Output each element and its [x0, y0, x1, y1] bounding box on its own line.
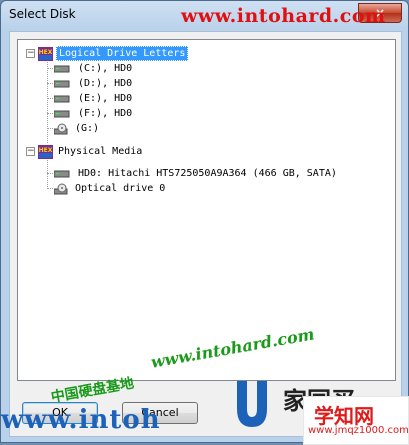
tree-item-drive-f[interactable]: (F:), HD0	[53, 106, 134, 121]
tree-node-logical-drives[interactable]: − HEX Logical Drive Letters	[26, 46, 189, 61]
window-title: Select Disk	[9, 7, 76, 21]
tree-connector	[47, 83, 53, 84]
tree-node-label: Logical Drive Letters	[56, 46, 189, 61]
tree-connector	[47, 98, 53, 99]
tree-connector	[47, 128, 53, 129]
collapse-toggle-logical[interactable]: −	[26, 49, 35, 58]
tree-item-hd0[interactable]: HD0: Hitachi HTS725050A9A364 (466 GB, SA…	[53, 166, 339, 181]
tree-item-label: (G:)	[75, 123, 100, 134]
watermark-top-text: www.intohard.com	[181, 5, 386, 27]
tree-item-label: (E:), HD0	[78, 93, 133, 104]
site-badge: 学知网 www.jmqz1000.com	[303, 396, 409, 445]
tree-node-label: Physical Media	[58, 146, 143, 157]
optical-drive-icon	[53, 123, 68, 135]
badge-url-text: www.jmqz1000.com	[308, 425, 409, 436]
tree-item-optical-drive-0[interactable]: Optical drive 0	[53, 181, 167, 196]
tree-connector	[47, 188, 53, 189]
dialog-client-area: − HEX Logical Drive Letters (C:), HD0 (D…	[9, 31, 402, 437]
hard-drive-icon	[53, 65, 70, 73]
tree-item-label: (D:), HD0	[78, 78, 133, 89]
tree-item-drive-d[interactable]: (D:), HD0	[53, 76, 134, 91]
tree-item-label: Optical drive 0	[75, 183, 166, 194]
tree-connector	[47, 68, 53, 69]
collapse-toggle-physical[interactable]: −	[26, 147, 35, 156]
tree-connector	[47, 60, 48, 143]
tree-item-label: (C:), HD0	[78, 63, 133, 74]
watermark-bottom-text: www.intoh	[1, 405, 161, 435]
tree-item-label: (F:), HD0	[78, 108, 133, 119]
disk-tree[interactable]: − HEX Logical Drive Letters (C:), HD0 (D…	[17, 39, 396, 381]
svg-text:HEX: HEX	[39, 49, 53, 56]
svg-text:HEX: HEX	[39, 147, 53, 154]
hard-drive-icon	[53, 95, 70, 103]
hard-drive-icon	[53, 110, 70, 118]
hex-editor-icon: HEX	[38, 144, 53, 159]
tree-item-drive-g[interactable]: (G:)	[53, 121, 101, 136]
tree-node-physical-media[interactable]: − HEX Physical Media	[26, 144, 144, 159]
tree-item-drive-e[interactable]: (E:), HD0	[53, 91, 134, 106]
select-disk-dialog: Select Disk × − HEX Logical Drive Letter…	[0, 0, 409, 445]
tree-item-drive-c[interactable]: (C:), HD0	[53, 61, 134, 76]
brand-u-logo-icon	[233, 379, 271, 429]
tree-item-label: HD0: Hitachi HTS725050A9A364 (466 GB, SA…	[78, 168, 337, 179]
tree-connector	[47, 113, 53, 114]
hard-drive-icon	[53, 80, 70, 88]
optical-drive-icon	[53, 183, 68, 195]
hex-editor-icon: HEX	[38, 46, 53, 61]
hard-drive-icon	[53, 170, 70, 178]
tree-connector	[47, 173, 53, 174]
